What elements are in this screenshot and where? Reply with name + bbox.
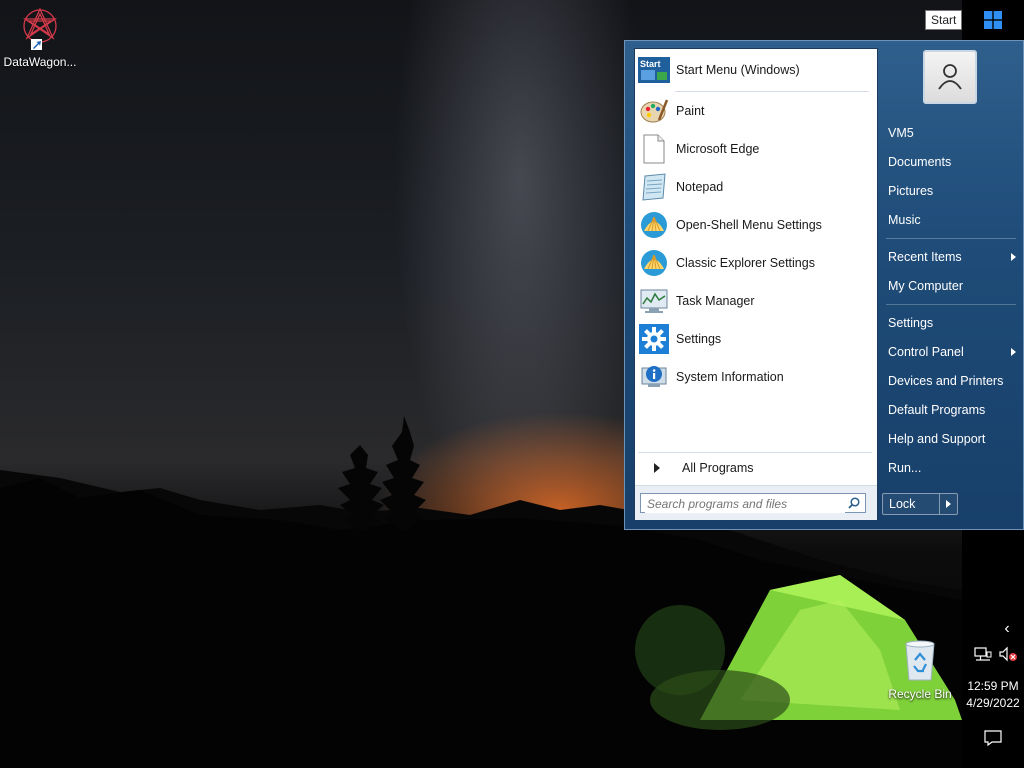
places-item-settings[interactable]: Settings [882, 311, 1020, 335]
windows-logo-icon [982, 11, 1004, 34]
menu-item-label: System Information [676, 370, 784, 384]
places-item-label: Help and Support [888, 432, 986, 446]
places-item-label: Run... [888, 461, 922, 475]
menu-item-system-information[interactable]: System Information [638, 360, 874, 394]
menu-item-label: Microsoft Edge [676, 142, 760, 156]
places-item-my-computer[interactable]: My Computer [882, 274, 1020, 298]
menu-item-notepad[interactable]: Notepad [638, 170, 874, 204]
action-center-icon[interactable] [984, 730, 1002, 747]
info-icon [638, 361, 670, 393]
places-item-run[interactable]: Run... [882, 456, 1020, 480]
menu-item-label: Open-Shell Menu Settings [676, 218, 822, 232]
user-avatar[interactable] [923, 50, 977, 104]
notepad-icon [638, 171, 670, 203]
menu-separator [638, 452, 872, 453]
desktop-icon-label: Recycle Bin [888, 687, 952, 701]
menu-separator [675, 91, 869, 92]
triangle-right-icon [946, 500, 951, 508]
places-item-label: VM5 [888, 126, 914, 140]
lock-split-button: Lock [882, 493, 958, 515]
places-item-label: Recent Items [888, 250, 962, 264]
submenu-arrow-icon [1011, 253, 1016, 261]
menu-item-label: Task Manager [676, 294, 755, 308]
search-box [640, 493, 866, 513]
search-icon[interactable] [848, 497, 860, 509]
places-separator [886, 304, 1016, 305]
search-input[interactable] [645, 495, 845, 513]
places-item-pictures[interactable]: Pictures [882, 179, 1020, 203]
places-item-label: Pictures [888, 184, 934, 198]
task-manager-icon [638, 285, 670, 317]
menu-item-classic-explorer-settings[interactable]: Classic Explorer Settings [638, 246, 874, 280]
search-area [635, 485, 877, 520]
menu-item-label: Settings [676, 332, 722, 346]
start-menu-places-pane: VM5 Documents Pictures Music Recent Item… [878, 41, 1024, 531]
places-item-label: Default Programs [888, 403, 986, 417]
menu-item-label: Paint [676, 104, 705, 118]
places-item-recent-items[interactable]: Recent Items [882, 245, 1020, 269]
svg-text:Start: Start [640, 59, 661, 69]
gear-icon [638, 323, 670, 355]
places-item-label: Documents [888, 155, 952, 169]
menu-item-open-shell-menu-settings[interactable]: Open-Shell Menu Settings [638, 208, 874, 242]
menu-item-settings[interactable]: Settings [638, 322, 874, 356]
menu-item-microsoft-edge[interactable]: Microsoft Edge [638, 132, 874, 166]
places-item-devices-and-printers[interactable]: Devices and Printers [882, 369, 1020, 393]
datawagon-shortcut-icon [18, 7, 62, 53]
paint-icon [638, 95, 670, 127]
volume-muted-icon[interactable] [998, 646, 1018, 662]
places-item-vm5[interactable]: VM5 [882, 121, 1020, 145]
places-item-control-panel[interactable]: Control Panel [882, 340, 1020, 364]
places-item-label: Control Panel [888, 345, 964, 359]
menu-item-label: Start Menu (Windows) [676, 63, 800, 77]
show-hidden-icons-chevron-icon[interactable]: ‹ [999, 620, 1015, 638]
places-item-music[interactable]: Music [882, 208, 1020, 232]
start-menu-programs-pane: Start Start Menu (Windows) Paint Microso… [634, 48, 878, 520]
taskbar-clock[interactable]: 12:59 PM 4/29/2022 [962, 678, 1024, 712]
places-item-label: Devices and Printers [888, 374, 1004, 388]
submenu-arrow-icon [1011, 348, 1016, 356]
shutdown-options-button[interactable] [939, 494, 958, 514]
menu-item-label: Classic Explorer Settings [676, 256, 815, 270]
triangle-right-icon [654, 463, 660, 473]
desktop-icon-label: DataWagon... [3, 55, 77, 69]
places-item-default-programs[interactable]: Default Programs [882, 398, 1020, 422]
lock-button[interactable]: Lock [883, 494, 939, 514]
start-menu-icon: Start [638, 54, 670, 86]
start-tooltip: Start [925, 10, 963, 30]
desktop-icon-datawagon[interactable]: DataWagon... [2, 6, 78, 69]
user-icon [935, 61, 965, 94]
places-item-help-and-support[interactable]: Help and Support [882, 427, 1020, 451]
menu-item-task-manager[interactable]: Task Manager [638, 284, 874, 318]
clock-date: 4/29/2022 [966, 696, 1020, 710]
network-icon[interactable] [974, 646, 992, 662]
menu-item-label: Notepad [676, 180, 724, 194]
places-separator [886, 238, 1016, 239]
desktop-icon-recycle-bin[interactable]: Recycle Bin [884, 638, 956, 701]
blank-document-icon [638, 133, 670, 165]
menu-item-paint[interactable]: Paint [638, 94, 874, 128]
shell-icon [638, 209, 670, 241]
places-item-label: Music [888, 213, 921, 227]
menu-item-start-menu-windows[interactable]: Start Start Menu (Windows) [638, 53, 874, 87]
clock-time: 12:59 PM [967, 679, 1019, 693]
all-programs-label: All Programs [682, 461, 754, 475]
all-programs-button[interactable]: All Programs [638, 457, 874, 479]
start-button[interactable] [982, 9, 1004, 31]
places-item-documents[interactable]: Documents [882, 150, 1020, 174]
start-menu: Start Start Menu (Windows) Paint Microso… [624, 40, 1024, 530]
shell-icon [638, 247, 670, 279]
places-item-label: Settings [888, 316, 934, 330]
places-item-label: My Computer [888, 279, 964, 293]
recycle-bin-icon [900, 640, 940, 685]
